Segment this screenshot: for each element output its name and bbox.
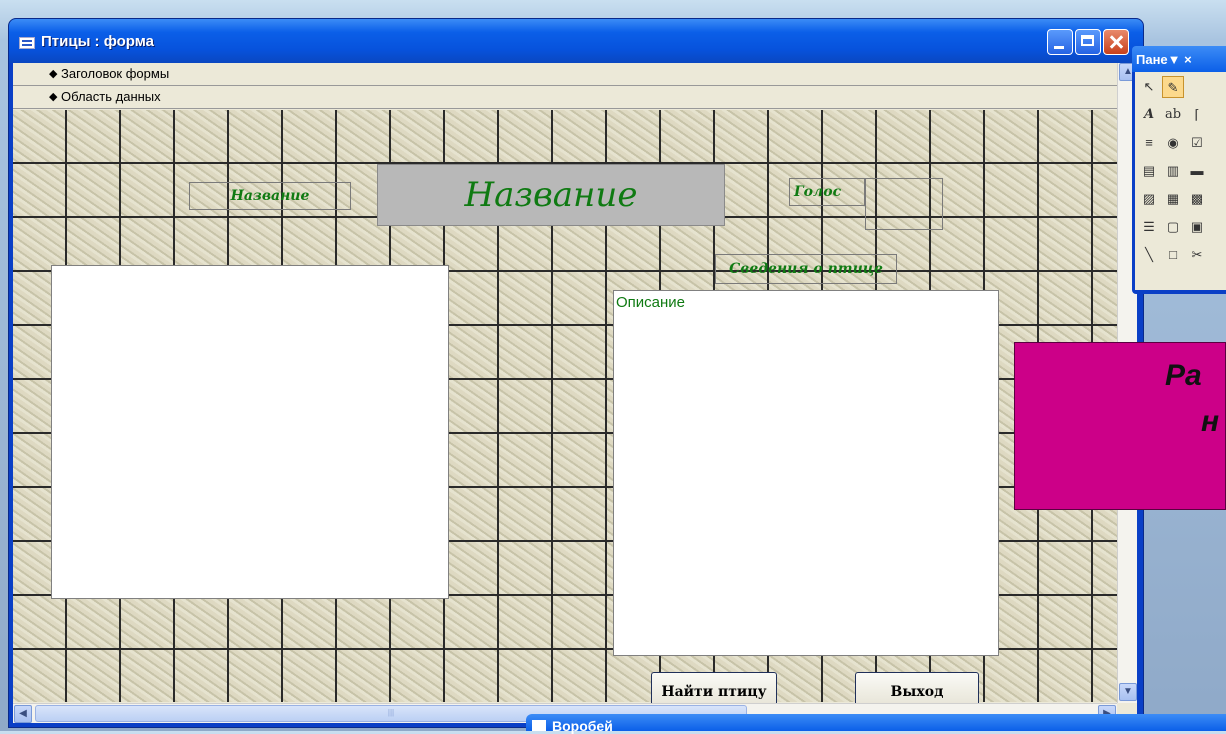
label-tool-icon[interactable]: A — [1138, 104, 1160, 126]
minimize-button[interactable] — [1047, 29, 1073, 55]
second-window-title: Воробей — [552, 718, 613, 734]
object-frame-tool-icon[interactable]: ▦ — [1162, 188, 1184, 210]
window-titlebar[interactable]: Птицы : форма — [9, 19, 1143, 63]
form-header-section-bar[interactable]: ◆ Заголовок формы — [13, 63, 1117, 86]
bound-object-tool-icon[interactable]: ▩ — [1186, 188, 1208, 210]
name-label-small[interactable]: Название — [189, 182, 351, 210]
form-design-area: ◆ Заголовок формы ◆ Область данных Назва… — [13, 63, 1137, 723]
list-tool-icon[interactable]: ▥ — [1162, 160, 1184, 182]
group-tool-icon[interactable]: ⌈ — [1186, 104, 1208, 126]
line-tool-icon[interactable]: ╲ — [1138, 244, 1160, 266]
description-field[interactable]: Описание — [613, 290, 999, 656]
toolbox-titlebar[interactable]: Пане▼ × — [1132, 46, 1226, 72]
close-button[interactable] — [1103, 29, 1129, 55]
description-text: Описание — [616, 294, 686, 311]
pointer-icon[interactable]: ↖ — [1138, 76, 1160, 98]
detail-section-bar[interactable]: ◆ Область данных — [13, 86, 1117, 109]
image-tool-icon[interactable]: ▨ — [1138, 188, 1160, 210]
second-window-titlebar[interactable]: Воробей — [526, 714, 1226, 734]
bird-picture-frame[interactable] — [51, 265, 449, 599]
toggle-tool-icon[interactable]: ≡ — [1138, 132, 1160, 154]
combo-tool-icon[interactable]: ▤ — [1138, 160, 1160, 182]
voice-control[interactable] — [865, 178, 943, 230]
wizard-icon[interactable]: ✎ — [1162, 76, 1184, 98]
form-design-window: Птицы : форма ◆ Заголовок формы ◆ Област… — [8, 18, 1144, 728]
more-tools-icon[interactable]: ✂ — [1186, 244, 1208, 266]
page-break-tool-icon[interactable]: ☰ — [1138, 216, 1160, 238]
subform-tool-icon[interactable]: ▣ — [1186, 216, 1208, 238]
detail-area[interactable]: Название Название Голос Сведения о птице… — [13, 110, 1117, 712]
toolbox-panel: Пане▼ × ↖ ✎ A ab ⌈ ≡ ◉ ☑ ▤ ▥ ▬ ▨ ▦ ▩ ☰ ▢… — [1132, 46, 1226, 294]
rectangle-tool-icon[interactable]: □ — [1162, 244, 1184, 266]
form-icon — [532, 720, 546, 731]
scroll-down-icon[interactable]: ▼ — [1119, 683, 1137, 701]
voice-label[interactable]: Голос — [789, 178, 865, 206]
window-title: Птицы : форма — [41, 33, 155, 50]
toolbox-title: Пане▼ × — [1136, 52, 1192, 67]
toolbox-body: ↖ ✎ A ab ⌈ ≡ ◉ ☑ ▤ ▥ ▬ ▨ ▦ ▩ ☰ ▢ ▣ ╲ □ ✂ — [1135, 72, 1226, 290]
section-marker-icon: ◆ — [49, 91, 58, 103]
bird-info-label[interactable]: Сведения о птице — [715, 254, 897, 284]
checkbox-tool-icon[interactable]: ☑ — [1186, 132, 1208, 154]
radio-tool-icon[interactable]: ◉ — [1162, 132, 1184, 154]
form-icon — [19, 37, 35, 49]
button-tool-icon[interactable]: ▬ — [1186, 160, 1208, 182]
detail-section-label: Область данных — [61, 89, 161, 104]
scroll-left-icon[interactable]: ◀ — [14, 705, 32, 723]
textbox-tool-icon[interactable]: ab — [1162, 104, 1184, 126]
form-header-label: Заголовок формы — [61, 66, 170, 81]
maximize-button[interactable] — [1075, 29, 1101, 55]
tab-tool-icon[interactable]: ▢ — [1162, 216, 1184, 238]
annotation-line-1: Ра — [1165, 359, 1202, 392]
annotation-line-2: н — [1201, 405, 1220, 438]
annotation-box: Ра н — [1014, 342, 1226, 510]
section-marker-icon: ◆ — [49, 68, 58, 80]
name-field[interactable]: Название — [377, 164, 725, 226]
